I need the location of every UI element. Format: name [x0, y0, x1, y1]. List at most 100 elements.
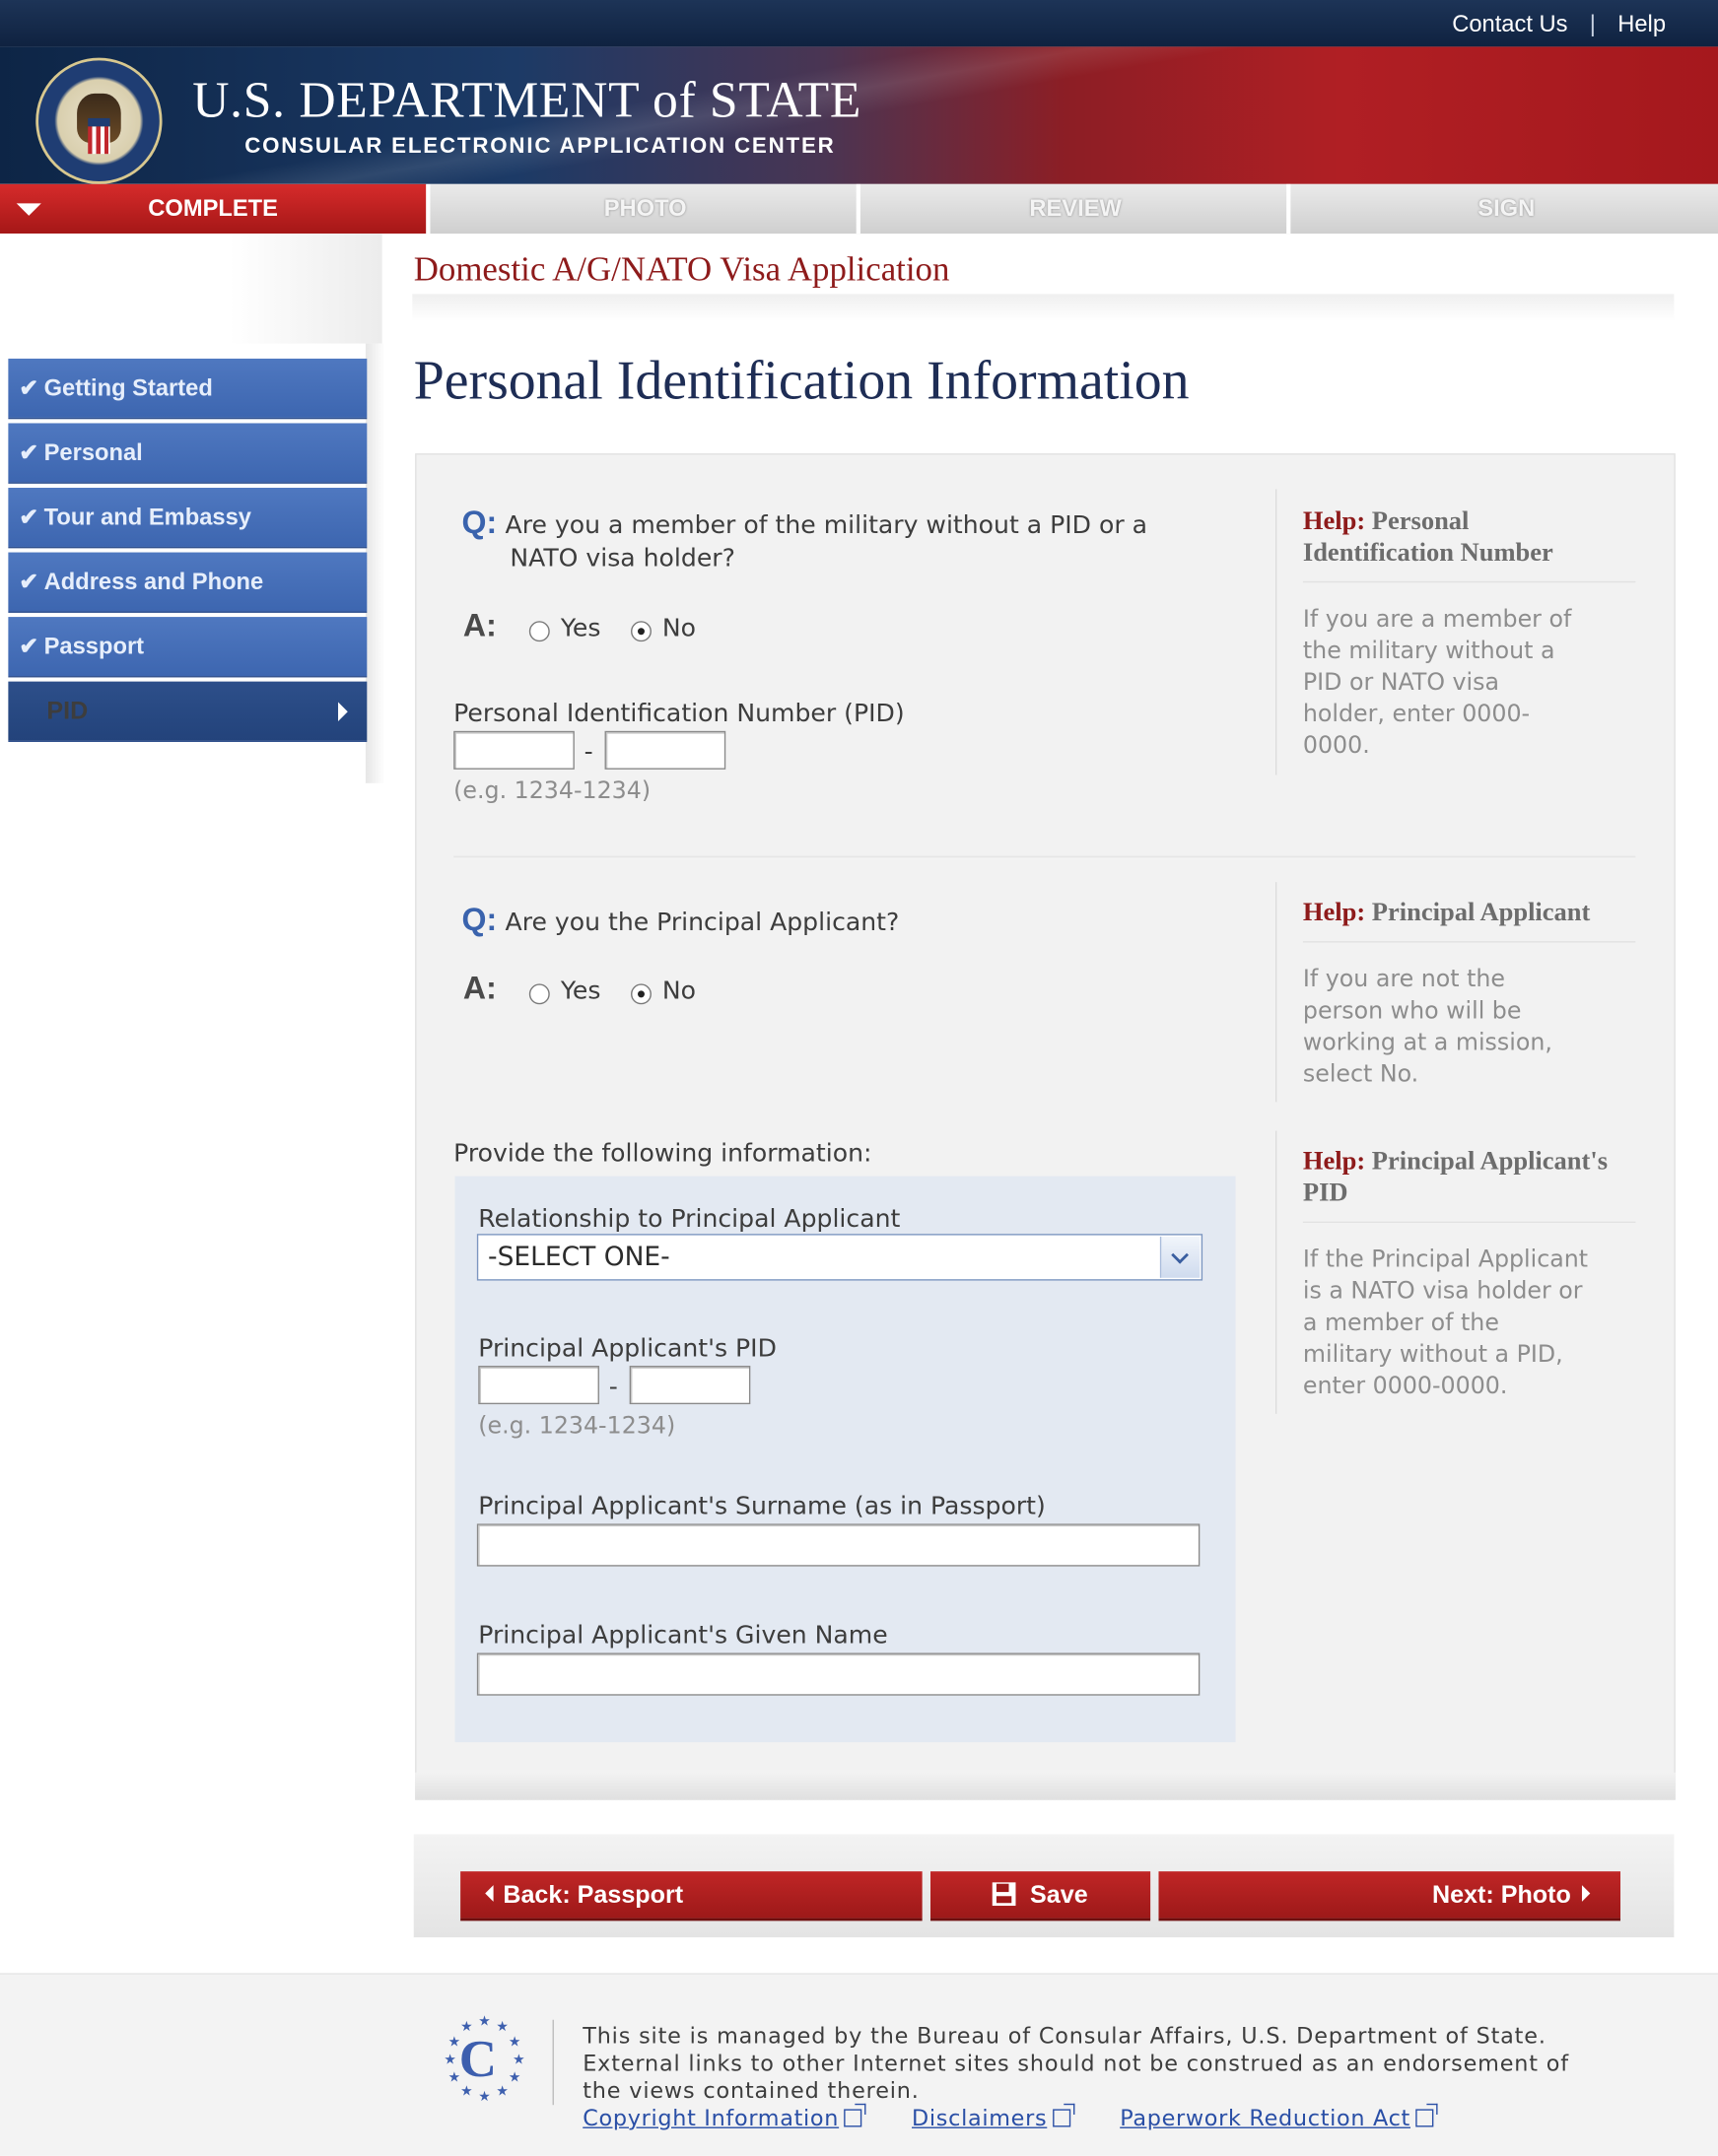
- star-icon: ★: [460, 2084, 473, 2100]
- help-text-line1: If you are not the: [1302, 966, 1505, 994]
- paperwork-reduction-link[interactable]: Paperwork Reduction Act: [1120, 2103, 1438, 2131]
- check-icon: ✔: [19, 439, 39, 466]
- tab-sign[interactable]: SIGN: [1286, 183, 1718, 235]
- principal-yes-radio[interactable]: [528, 982, 550, 1004]
- next-button-label: Next: Photo: [1431, 1880, 1571, 1909]
- star-icon: ★: [496, 2019, 509, 2036]
- pid-part2-input[interactable]: [604, 730, 726, 770]
- star-icon: ★: [444, 2053, 456, 2068]
- relationship-select[interactable]: -SELECT ONE-: [476, 1234, 1203, 1281]
- help-text-line3: a member of the: [1302, 1309, 1499, 1337]
- title-underline: [412, 294, 1675, 322]
- back-button[interactable]: Back: Passport: [460, 1871, 923, 1921]
- check-icon: ✔: [19, 569, 39, 595]
- check-icon: ✔: [19, 504, 39, 531]
- answer-military: A: Yes No: [463, 607, 718, 644]
- department-subtitle: CONSULAR ELECTRONIC APPLICATION CENTER: [244, 134, 836, 159]
- sidebar-item-personal[interactable]: ✔ Personal: [8, 423, 368, 484]
- caret-down-icon: [16, 203, 41, 216]
- consular-affairs-logo-icon: C ★ ★ ★ ★ ★ ★ ★ ★ ★ ★ ★ ★: [440, 2014, 527, 2106]
- help-text-line1: If the Principal Applicant: [1302, 1246, 1589, 1274]
- sidebar-item-label: Tour and Embassy: [43, 504, 251, 531]
- military-yes-radio[interactable]: [528, 620, 550, 641]
- help-text-line1: If you are a member of: [1302, 605, 1572, 634]
- external-link-icon: [844, 2103, 867, 2127]
- back-button-label: Back: Passport: [503, 1880, 684, 1909]
- sidebar-item-address-and-phone[interactable]: ✔ Address and Phone: [8, 552, 368, 613]
- pa-surname-label: Principal Applicant's Surname (as in Pas…: [478, 1492, 1046, 1521]
- chevron-right-icon: [1581, 1885, 1591, 1903]
- state-department-seal-icon: [35, 57, 163, 184]
- question-marker: Q:: [461, 504, 498, 540]
- sidebar-item-passport[interactable]: ✔ Passport: [8, 617, 368, 678]
- progress-tabs: COMPLETE PHOTO REVIEW SIGN: [0, 183, 1718, 235]
- sidebar-item-pid[interactable]: PID: [8, 681, 368, 742]
- chevron-left-icon: [485, 1885, 494, 1903]
- military-no-radio[interactable]: [630, 620, 652, 641]
- help-text-line4: military without a PID,: [1302, 1340, 1563, 1369]
- help-text-line2: person who will be: [1302, 997, 1522, 1026]
- help-text-line4: select No.: [1302, 1060, 1419, 1089]
- help-prefix: Help:: [1302, 506, 1366, 536]
- help-title: Help: Principal Applicant's PID: [1302, 1146, 1636, 1224]
- pa-given-name-input[interactable]: [476, 1652, 1201, 1696]
- help-title: Help: Personal Identification Number: [1302, 505, 1636, 583]
- relationship-label: Relationship to Principal Applicant: [478, 1204, 901, 1235]
- star-icon: ★: [478, 2089, 491, 2106]
- contact-us-link[interactable]: Contact Us: [1452, 11, 1567, 36]
- chevron-down-icon[interactable]: [1159, 1236, 1201, 1278]
- footer-line2: External links to other Internet sites s…: [583, 2050, 1569, 2076]
- save-button[interactable]: Save: [930, 1871, 1151, 1921]
- pa-pid-part2-input[interactable]: [629, 1366, 751, 1405]
- sidebar-nav: ✔ Getting Started ✔ Personal ✔ Tour and Emb…: [8, 358, 368, 746]
- floppy-disk-icon: [993, 1881, 1017, 1906]
- tab-complete[interactable]: COMPLETE: [0, 183, 427, 235]
- tab-complete-label: COMPLETE: [148, 195, 278, 222]
- help-text-line5: 0000.: [1302, 732, 1370, 761]
- next-button[interactable]: Next: Photo: [1158, 1871, 1620, 1921]
- shield-icon: [88, 117, 110, 155]
- help-title: Help: Principal Applicant: [1302, 898, 1636, 943]
- tab-photo[interactable]: PHOTO: [426, 183, 860, 235]
- star-icon: ★: [513, 2053, 525, 2068]
- pid-example: (e.g. 1234-1234): [453, 777, 652, 806]
- star-icon: ★: [478, 2014, 491, 2030]
- header-banner: U.S. DEPARTMENT of STATE CONSULAR ELECTR…: [0, 46, 1718, 184]
- principal-no-radio[interactable]: [630, 982, 652, 1004]
- help-text-line3: working at a mission,: [1302, 1029, 1552, 1057]
- footer-line1: This site is managed by the Bureau of Co…: [583, 2022, 1546, 2050]
- tab-photo-label: PHOTO: [603, 195, 687, 222]
- relationship-select-value: -SELECT ONE-: [488, 1242, 670, 1273]
- pa-surname-input[interactable]: [476, 1523, 1201, 1567]
- department-title: U.S. DEPARTMENT of STATE: [192, 72, 862, 130]
- save-button-label: Save: [1030, 1880, 1088, 1909]
- help-link[interactable]: Help: [1617, 11, 1666, 36]
- help-text-line2: is a NATO visa holder or: [1302, 1277, 1583, 1306]
- sidebar-item-getting-started[interactable]: ✔ Getting Started: [8, 358, 368, 420]
- link-separator: |: [1589, 11, 1596, 37]
- help-text: If you are not the person who will be wo…: [1303, 965, 1649, 1091]
- sidebar-item-label: Getting Started: [43, 374, 213, 402]
- help-text-line3: PID or NATO visa: [1302, 669, 1500, 697]
- pa-given-name-label: Principal Applicant's Given Name: [478, 1621, 888, 1651]
- application-title: Domestic A/G/NATO Visa Application: [413, 251, 950, 289]
- tab-review[interactable]: REVIEW: [856, 183, 1291, 235]
- star-icon: ★: [508, 2070, 521, 2086]
- sidebar-item-tour-and-embassy[interactable]: ✔ Tour and Embassy: [8, 488, 368, 549]
- radio-label-no: No: [661, 977, 696, 1006]
- answer-marker: A:: [462, 970, 497, 1006]
- pid-part1-input[interactable]: [453, 730, 575, 770]
- pa-pid-part1-input[interactable]: [478, 1366, 599, 1405]
- question-military: Q: Are you a member of the military witho…: [462, 505, 1148, 575]
- footer-disclaimer: This site is managed by the Bureau of Co…: [583, 2023, 1683, 2106]
- star-icon: ★: [496, 2084, 509, 2100]
- question-principal-applicant: Q: Are you the Principal Applicant?: [462, 903, 900, 940]
- help-title-line2: PID: [1302, 1179, 1348, 1208]
- check-icon: ✔: [19, 374, 39, 402]
- help-principal-applicant-pid: Help: Principal Applicant's PID If the P…: [1275, 1130, 1649, 1414]
- disclaimers-link[interactable]: Disclaimers: [912, 2103, 1075, 2131]
- paperwork-link-label: Paperwork Reduction Act: [1120, 2105, 1411, 2131]
- question-text: Are you the Principal Applicant?: [505, 908, 900, 937]
- copyright-link[interactable]: Copyright Information: [583, 2103, 867, 2131]
- help-text: If the Principal Applicant is a NATO vis…: [1303, 1245, 1649, 1402]
